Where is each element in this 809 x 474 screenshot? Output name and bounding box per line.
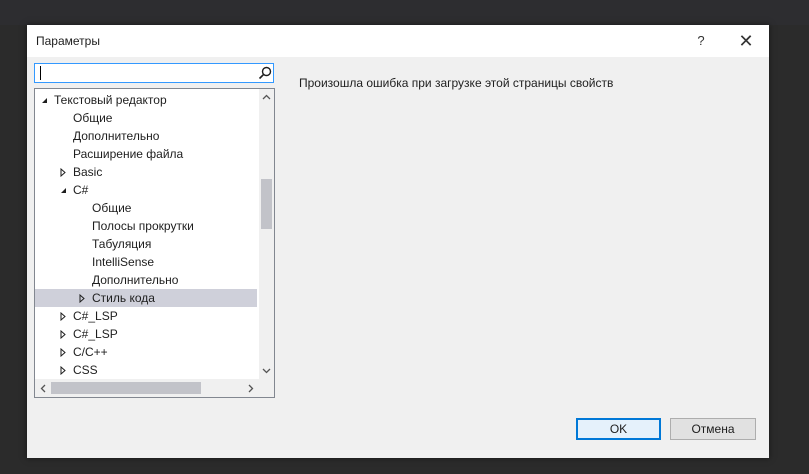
text-caret — [40, 66, 41, 80]
search-input[interactable] — [38, 66, 248, 80]
options-tree[interactable]: Текстовый редактор Общие Дополнительно Расш… — [34, 88, 275, 398]
vertical-scroll-thumb[interactable] — [261, 179, 272, 229]
search-icon[interactable] — [258, 66, 272, 80]
vertical-scrollbar[interactable] — [259, 89, 274, 379]
tree-item-label: Стиль кода — [92, 291, 155, 305]
background-strip — [0, 0, 809, 25]
scroll-right-button[interactable] — [243, 379, 258, 397]
tree-item-label: Расширение файла — [73, 147, 184, 161]
options-dialog: Параметры ? ✕ Текстовый редактор Общие Доп… — [27, 25, 769, 458]
tree-item-label: Общие — [73, 111, 113, 125]
tree-item[interactable]: Расширение файла — [35, 145, 257, 163]
scroll-up-button[interactable] — [259, 89, 274, 104]
tree-item-label: Полосы прокрутки — [92, 219, 194, 233]
chevron-right-icon — [248, 384, 253, 392]
tree-item-label: Общие — [92, 201, 132, 215]
ok-button[interactable]: OK — [576, 418, 661, 440]
tree-item[interactable]: Общие — [35, 199, 257, 217]
collapsed-arrow-icon[interactable] — [77, 289, 87, 307]
tree-item[interactable]: Стиль кода — [35, 289, 257, 307]
close-button[interactable]: ✕ — [731, 29, 761, 53]
title-bar: Параметры ? ✕ — [27, 25, 769, 57]
tree-item[interactable]: C#_LSP — [35, 307, 257, 325]
collapsed-arrow-icon[interactable] — [58, 343, 68, 361]
tree-item[interactable]: C/C++ — [35, 343, 257, 361]
collapsed-arrow-icon[interactable] — [58, 325, 68, 343]
tree-item[interactable]: Табуляция — [35, 235, 257, 253]
tree-item[interactable]: C#_LSP — [35, 325, 257, 343]
tree-item-label: Дополнительно — [73, 129, 160, 143]
tree-item-label: Basic — [73, 165, 103, 179]
chevron-up-icon — [262, 94, 271, 99]
horizontal-scrollbar[interactable] — [35, 379, 259, 397]
error-message: Произошла ошибка при загрузке этой стран… — [299, 76, 614, 90]
tree-item-label: C/C++ — [73, 345, 108, 359]
tree-item[interactable]: CSS — [35, 361, 257, 379]
tree-item[interactable]: IntelliSense — [35, 253, 257, 271]
help-button[interactable]: ? — [689, 29, 713, 53]
tree-item-label: Табуляция — [92, 237, 152, 251]
scrollbar-corner — [259, 379, 274, 397]
tree-item[interactable]: Дополнительно — [35, 271, 257, 289]
tree-item[interactable]: Полосы прокрутки — [35, 217, 257, 235]
scroll-left-button[interactable] — [35, 379, 50, 397]
tree-item-label: C# — [73, 183, 89, 197]
tree-item[interactable]: Basic — [35, 163, 257, 181]
horizontal-scroll-thumb[interactable] — [51, 382, 201, 394]
tree-item-label: CSS — [73, 363, 98, 377]
tree-item[interactable]: C# — [35, 181, 257, 199]
expanded-arrow-icon[interactable] — [58, 181, 68, 199]
tree-item-label: Текстовый редактор — [54, 93, 167, 107]
collapsed-arrow-icon[interactable] — [58, 163, 68, 181]
collapsed-arrow-icon[interactable] — [58, 307, 68, 325]
chevron-left-icon — [40, 384, 45, 392]
tree-item-label: C#_LSP — [73, 309, 118, 323]
tree-item[interactable]: Общие — [35, 109, 257, 127]
tree-item-label: C#_LSP — [73, 327, 118, 341]
tree-item[interactable]: Дополнительно — [35, 127, 257, 145]
collapsed-arrow-icon[interactable] — [58, 361, 68, 379]
scroll-down-button[interactable] — [259, 363, 274, 378]
search-box[interactable] — [34, 63, 274, 83]
dialog-title: Параметры — [36, 34, 100, 48]
tree-item[interactable]: Текстовый редактор — [35, 91, 257, 109]
tree-item-label: IntelliSense — [92, 255, 155, 269]
expanded-arrow-icon[interactable] — [39, 91, 49, 109]
cancel-button[interactable]: Отмена — [670, 418, 756, 440]
chevron-down-icon — [262, 368, 271, 373]
tree-item-label: Дополнительно — [92, 273, 179, 287]
